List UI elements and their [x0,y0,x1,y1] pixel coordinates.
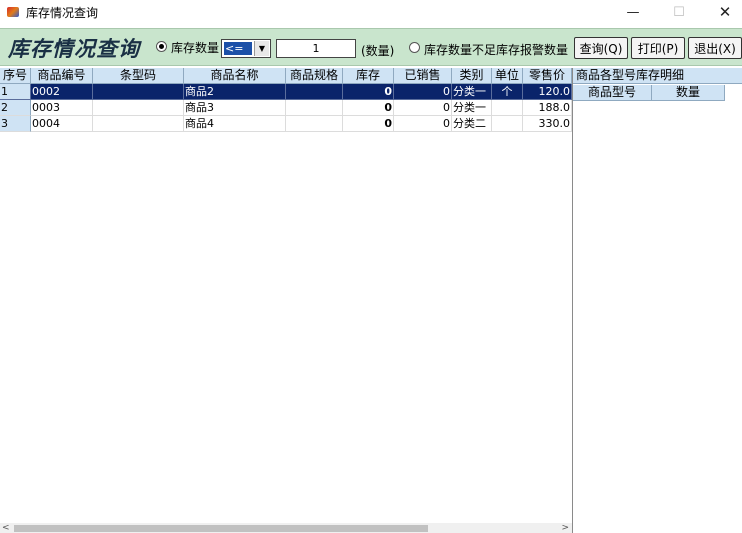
cell-sold: 0 [394,116,452,132]
minimize-button[interactable]: — [610,0,656,24]
close-button[interactable]: ✕ [702,0,742,24]
col-header-name[interactable]: 商品名称 [184,68,286,84]
table-row[interactable]: 3 0004 商品4 0 0 分类二 330.0 [0,116,572,132]
col-header-spec[interactable]: 商品规格 [286,68,343,84]
cell-no: 1 [0,84,31,100]
window-title: 库存情况查询 [26,5,99,20]
cell-price: 188.0 [523,100,572,116]
cell-name: 商品2 [184,84,286,100]
query-toolbar: 库存情况查询 库存数量 <= ▼ 1 (数量) 库存数量不足库存报警数量 查询(… [0,28,742,66]
cell-barcode [93,100,184,116]
cell-category: 分类一 [452,100,492,116]
model-stock-title: 商品各型号库存明细 [573,68,742,84]
cell-sold: 0 [394,100,452,116]
cell-stock: 0 [343,116,394,132]
cell-barcode [93,84,184,100]
cell-stock: 0 [343,100,394,116]
exit-button[interactable]: 退出(X) [688,37,742,59]
query-button[interactable]: 查询(Q) [574,37,628,59]
model-stock-panel: 商品各型号库存明细 商品型号 数量 [573,68,742,533]
col-header-no[interactable]: 序号 [0,68,31,84]
col-header-stock[interactable]: 库存 [343,68,394,84]
col-header-sold[interactable]: 已销售 [394,68,452,84]
col-header-unit[interactable]: 单位 [492,68,523,84]
cell-spec [286,84,343,100]
cell-code: 0004 [31,116,93,132]
cell-unit: 个 [492,84,523,100]
scroll-left-icon[interactable]: < [2,523,10,533]
col-header-barcode[interactable]: 条型码 [93,68,184,84]
col-header-quantity[interactable]: 数量 [652,85,725,101]
cell-price: 120.0 [523,84,572,100]
chevron-down-icon[interactable]: ▼ [254,41,269,56]
table-row[interactable]: 2 0003 商品3 0 0 分类一 188.0 [0,100,572,116]
col-header-price[interactable]: 零售价 [523,68,572,84]
stock-alarm-label: 库存数量不足库存报警数量 [424,43,569,57]
cell-name: 商品3 [184,100,286,116]
col-header-model[interactable]: 商品型号 [573,85,652,101]
table-row[interactable]: 1 0002 商品2 0 0 分类一 个 120.0 [0,84,572,100]
scrollbar-thumb[interactable] [14,525,428,532]
cell-sold: 0 [394,84,452,100]
stock-alarm-radio[interactable] [409,42,420,53]
cell-category: 分类二 [452,116,492,132]
cell-stock: 0 [343,84,394,100]
operator-select[interactable]: <= ▼ [221,39,271,58]
cell-barcode [93,116,184,132]
cell-no: 3 [0,116,31,132]
cell-price: 330.0 [523,116,572,132]
cell-spec [286,100,343,116]
cell-name: 商品4 [184,116,286,132]
cell-category: 分类一 [452,84,492,100]
col-header-code[interactable]: 商品编号 [31,68,93,84]
scroll-right-icon[interactable]: > [561,523,569,533]
print-button[interactable]: 打印(P) [631,37,685,59]
operator-value: <= [224,42,252,55]
quantity-input[interactable]: 1 [276,39,356,58]
stock-quantity-label: 库存数量 [171,41,220,55]
model-grid-header: 商品型号 数量 [573,85,725,101]
stock-grid[interactable]: 序号 商品编号 条型码 商品名称 商品规格 库存 已销售 类别 单位 零售价 1… [0,68,572,523]
grid-header: 序号 商品编号 条型码 商品名称 商品规格 库存 已销售 类别 单位 零售价 [0,68,572,84]
cell-unit [492,100,523,116]
col-header-category[interactable]: 类别 [452,68,492,84]
cell-no: 2 [0,100,31,116]
page-title: 库存情况查询 [8,36,140,61]
cell-code: 0003 [31,100,93,116]
app-icon [6,5,20,19]
maximize-button[interactable]: ☐ [656,0,702,24]
quantity-unit-label: (数量) [361,44,395,58]
horizontal-scrollbar[interactable]: < > [0,523,572,533]
cell-code: 0002 [31,84,93,100]
stock-quantity-radio[interactable] [156,41,167,52]
window-titlebar: 库存情况查询 — ☐ ✕ [0,0,742,24]
cell-unit [492,116,523,132]
cell-spec [286,116,343,132]
